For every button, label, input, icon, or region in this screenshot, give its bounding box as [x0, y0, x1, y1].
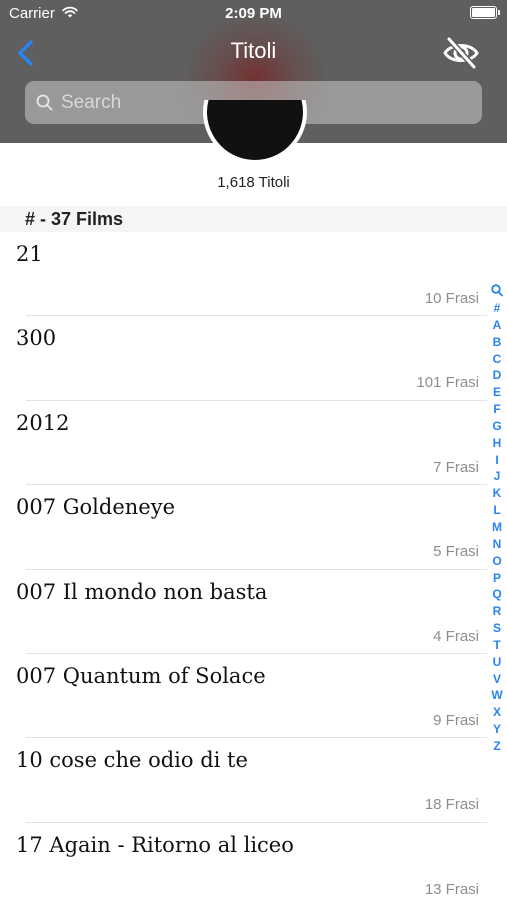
- quote-count: 13 Frasi: [424, 880, 479, 898]
- index-letter[interactable]: J: [494, 468, 501, 485]
- index-letter[interactable]: Y: [493, 721, 501, 738]
- index-letter[interactable]: Z: [493, 738, 500, 755]
- index-letter[interactable]: #: [494, 300, 501, 317]
- titles-count: 1,618 Titoli: [217, 174, 290, 191]
- index-letter[interactable]: M: [492, 519, 502, 536]
- index-letter[interactable]: O: [492, 553, 501, 570]
- page-title: Titoli: [230, 38, 277, 63]
- titles-list: 21 10 Frasi 300 101 Frasi 2012 7 Frasi 0…: [0, 232, 487, 900]
- index-letter[interactable]: Q: [492, 586, 501, 603]
- clock: 2:09 PM: [225, 5, 282, 22]
- list-item[interactable]: 17 Again - Ritorno al liceo 13 Frasi: [0, 823, 487, 900]
- list-item[interactable]: 10 cose che odio di te 18 Frasi: [0, 738, 487, 823]
- status-bar: Carrier 2:09 PM: [0, 0, 507, 28]
- list-item[interactable]: 2012 7 Frasi: [0, 401, 487, 486]
- index-letter[interactable]: B: [493, 334, 502, 351]
- film-title: 007 Il mondo non basta: [16, 579, 268, 604]
- index-letter[interactable]: W: [491, 687, 502, 704]
- index-letter[interactable]: G: [492, 418, 501, 435]
- index-letter[interactable]: F: [493, 401, 500, 418]
- section-header-label: # - 37 Films: [25, 209, 124, 229]
- quote-count: 10 Frasi: [424, 290, 479, 307]
- list-item[interactable]: 300 101 Frasi: [0, 316, 487, 401]
- film-title: 2012: [16, 410, 70, 435]
- index-letter[interactable]: H: [493, 435, 502, 452]
- index-letter[interactable]: I: [495, 452, 498, 469]
- index-letter[interactable]: X: [493, 704, 501, 721]
- avatar: [203, 100, 307, 164]
- quote-count: 101 Frasi: [416, 374, 479, 392]
- index-letter[interactable]: K: [493, 485, 502, 502]
- index-letter[interactable]: S: [493, 620, 501, 637]
- film-title: 21: [16, 242, 43, 266]
- index-letter[interactable]: U: [493, 654, 502, 671]
- list-item[interactable]: 007 Goldeneye 5 Frasi: [0, 485, 487, 570]
- film-title: 17 Again - Ritorno al liceo: [16, 832, 294, 857]
- film-title: 300: [16, 326, 57, 351]
- quote-count: 7 Frasi: [433, 458, 479, 476]
- list-item[interactable]: 21 10 Frasi: [0, 232, 487, 317]
- index-search-icon[interactable]: [491, 284, 503, 297]
- index-letter[interactable]: A: [493, 317, 502, 334]
- index-letter[interactable]: D: [493, 367, 502, 384]
- film-title: 007 Goldeneye: [16, 495, 176, 520]
- battery-icon: [470, 6, 500, 19]
- index-letter[interactable]: R: [493, 603, 502, 620]
- quote-count: 9 Frasi: [433, 711, 479, 729]
- quote-count: 4 Frasi: [433, 627, 479, 645]
- search-icon: [36, 94, 53, 111]
- index-letter[interactable]: N: [493, 536, 502, 553]
- list-item[interactable]: 007 Il mondo non basta 4 Frasi: [0, 570, 487, 654]
- section-header: # - 37 Films: [0, 206, 507, 232]
- film-title: 007 Quantum of Solace: [16, 663, 266, 688]
- list-item[interactable]: 007 Quantum of Solace 9 Frasi: [0, 654, 487, 739]
- index-letter[interactable]: E: [493, 384, 501, 401]
- index-letter[interactable]: V: [493, 671, 501, 688]
- index-letter[interactable]: C: [493, 351, 502, 368]
- film-title: 10 cose che odio di te: [16, 748, 248, 773]
- index-letter[interactable]: L: [493, 502, 500, 519]
- eye-slash-icon[interactable]: [443, 36, 479, 70]
- quote-count: 5 Frasi: [433, 543, 479, 561]
- index-letter[interactable]: T: [493, 637, 500, 654]
- index-letter[interactable]: P: [493, 570, 501, 587]
- quote-count: 18 Frasi: [424, 796, 479, 814]
- section-index[interactable]: # A B C D E F G H I J K L M N O P Q R S T U V W X Y Z: [489, 284, 505, 755]
